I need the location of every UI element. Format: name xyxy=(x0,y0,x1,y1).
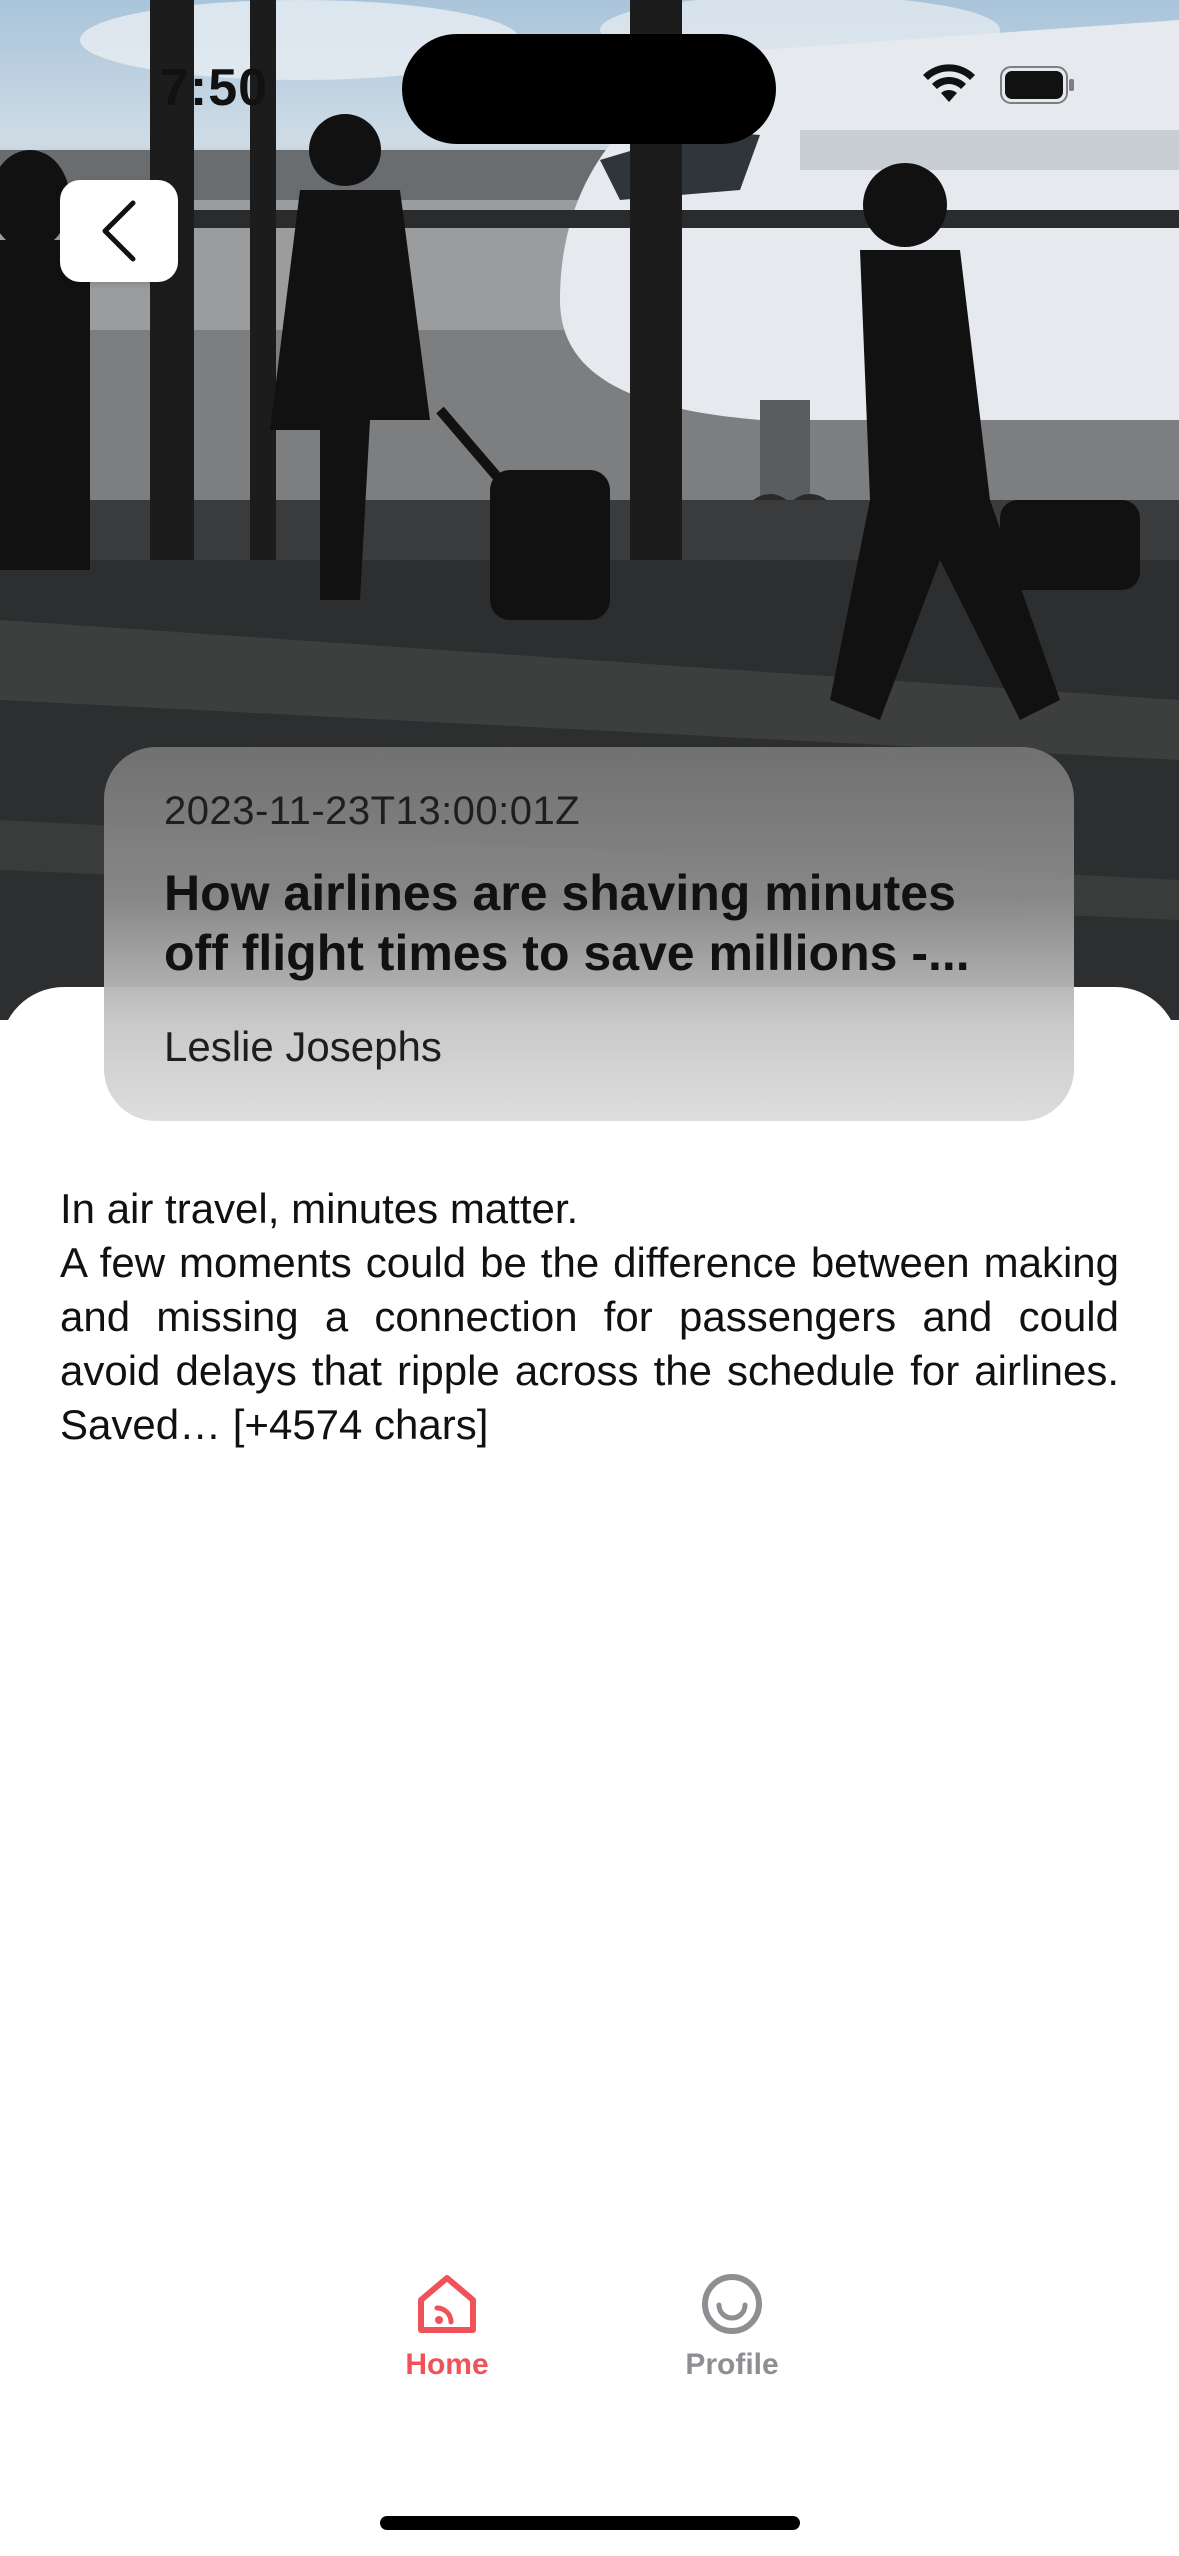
tab-home[interactable]: Home xyxy=(347,2270,547,2410)
status-time: 7:50 xyxy=(160,59,269,117)
tab-profile-label: Profile xyxy=(685,2348,779,2381)
tab-profile[interactable]: Profile xyxy=(632,2270,832,2410)
back-button[interactable] xyxy=(60,180,178,282)
article-body: In air travel, minutes matter. A few mom… xyxy=(60,1182,1119,1452)
home-indicator xyxy=(380,2516,800,2530)
smiley-circle-icon xyxy=(702,2274,762,2334)
dynamic-island xyxy=(402,34,776,144)
article-info-card: 2023-11-23T13:00:01Z How airlines are sh… xyxy=(104,747,1074,1121)
tab-home-label: Home xyxy=(405,2348,489,2381)
article-lead: In air travel, minutes matter. xyxy=(60,1185,579,1232)
wifi-icon xyxy=(923,64,975,102)
tab-bar: Home Profile xyxy=(0,2240,1179,2420)
article-title: How airlines are shaving minutes off fli… xyxy=(164,865,970,981)
battery-icon xyxy=(1000,66,1074,104)
article-content: A few moments could be the difference be… xyxy=(60,1239,1119,1448)
article-date: 2023-11-23T13:00:01Z xyxy=(164,789,581,833)
chevron-left-icon xyxy=(102,200,136,262)
article-detail-screen: 7:50 2023-11-23T13:00:01Z How airlines a… xyxy=(0,0,1179,2556)
article-author: Leslie Josephs xyxy=(164,1023,442,1070)
home-rss-icon xyxy=(418,2275,476,2333)
